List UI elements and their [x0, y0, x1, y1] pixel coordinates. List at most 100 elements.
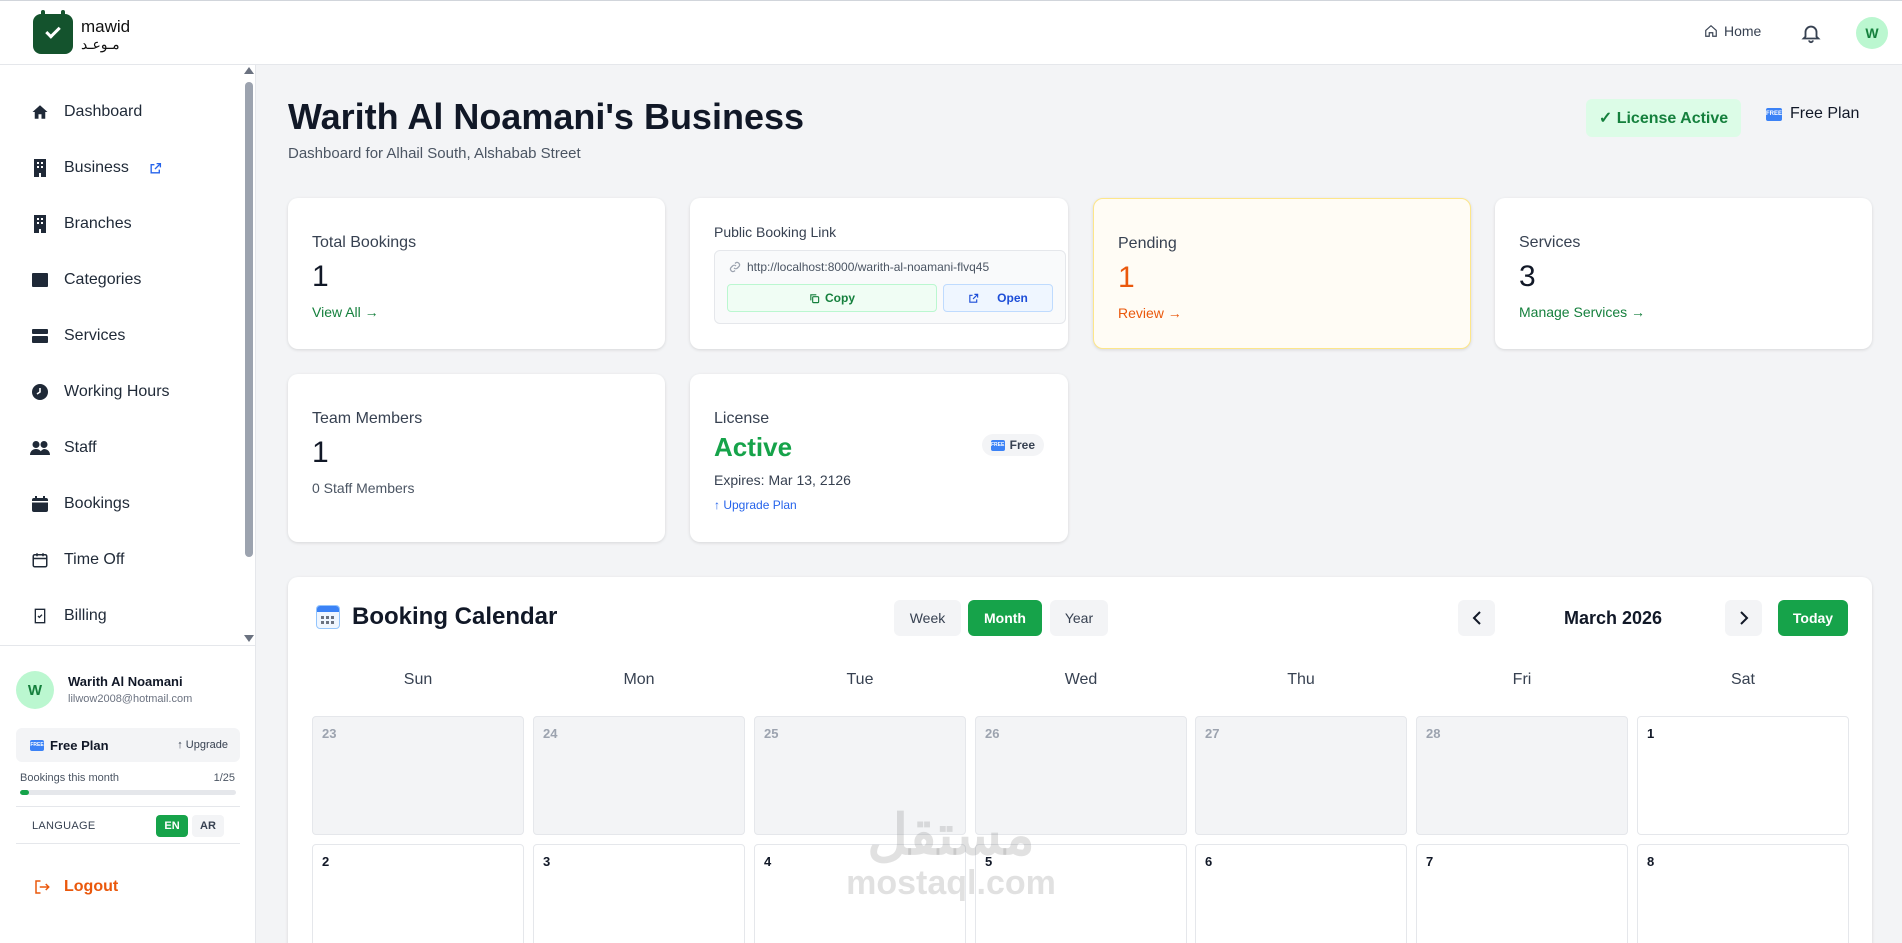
watermark-arabic: مستقل	[867, 803, 1035, 866]
day-number: 7	[1426, 854, 1434, 869]
plan-box: FREE Free Plan ↑ Upgrade	[16, 728, 240, 762]
booking-url-text: http://localhost:8000/warith-al-noamani-…	[747, 260, 990, 274]
card-label: Public Booking Link	[714, 224, 837, 240]
calendar-day-cell[interactable]: 24	[533, 716, 745, 835]
sidebar-item-label: Branches	[64, 215, 132, 232]
language-switcher: LANGUAGE EN AR	[16, 806, 240, 844]
plan-name: FREE Free Plan	[30, 738, 109, 753]
license-card: License Active FREE Free Expires: Mar 13…	[690, 374, 1068, 542]
calendar-day-cell[interactable]: 23	[312, 716, 524, 835]
day-number: 27	[1205, 726, 1220, 741]
sidebar-item-label: Bookings	[64, 495, 130, 512]
view-all-link[interactable]: View All →	[312, 304, 379, 320]
user-name: Warith Al Noamani	[68, 674, 183, 689]
plan-badge-label: Free Plan	[1790, 105, 1860, 122]
today-button[interactable]: Today	[1778, 600, 1848, 636]
building-icon	[34, 215, 46, 233]
logout-icon	[35, 880, 50, 894]
brand-logo[interactable]: mawid مـوعـد	[33, 10, 130, 54]
user-panel: W Warith Al Noamani lilwow2008@hotmail.c…	[0, 645, 255, 895]
calendar-day-cell[interactable]: 28	[1416, 716, 1628, 835]
home-link[interactable]: Home	[1704, 23, 1761, 39]
notification-bell-icon[interactable]	[1800, 21, 1822, 45]
view-week-button[interactable]: Week	[894, 600, 961, 636]
view-year-button[interactable]: Year	[1050, 600, 1108, 636]
logout-label: Logout	[64, 878, 119, 895]
view-month-button[interactable]: Month	[968, 600, 1042, 636]
sidebar-item-working-hours[interactable]: Working Hours	[30, 377, 170, 407]
upgrade-plan-link[interactable]: ↑ Upgrade Plan	[714, 498, 797, 512]
calendar-day-cell[interactable]: 27	[1195, 716, 1407, 835]
page-subtitle: Dashboard for Alhail South, Alshabab Str…	[288, 145, 581, 162]
card-label: Team Members	[312, 410, 423, 427]
calendar-day-cell[interactable]: 2	[312, 844, 524, 943]
card-value: 1	[1118, 261, 1135, 294]
day-number: 1	[1647, 726, 1655, 741]
day-number: 8	[1647, 854, 1655, 869]
language-ar-button[interactable]: AR	[192, 815, 224, 837]
external-link-icon	[969, 293, 979, 303]
logout-button[interactable]: Logout	[32, 878, 118, 896]
day-number: 23	[322, 726, 337, 741]
card-value: 3	[1519, 260, 1536, 293]
calendar-day-cell[interactable]: 7	[1416, 844, 1628, 943]
day-number: 2	[322, 854, 330, 869]
day-number: 24	[543, 726, 558, 741]
avatar[interactable]: W	[16, 671, 54, 709]
weekday-header: Sun	[403, 671, 433, 688]
open-label: Open	[997, 291, 1028, 305]
calendar-day-cell[interactable]: 8	[1637, 844, 1849, 943]
card-value: 1	[312, 260, 329, 293]
weekday-header: Wed	[1064, 671, 1098, 688]
copy-link-button[interactable]: Copy	[727, 284, 937, 312]
sidebar-item-dashboard[interactable]: Dashboard	[30, 97, 142, 127]
plan-badge: FREE Free Plan	[1766, 105, 1859, 123]
link-icon	[729, 261, 741, 273]
sidebar-item-staff[interactable]: Staff	[30, 433, 97, 463]
card-label: Total Bookings	[312, 234, 417, 251]
user-email: lilwow2008@hotmail.com	[68, 693, 193, 705]
calendar-day-cell[interactable]: 1	[1637, 716, 1849, 835]
sidebar-item-services[interactable]: Services	[30, 321, 125, 351]
sidebar-item-business[interactable]: Business	[30, 153, 162, 183]
chevron-right-icon	[1739, 611, 1748, 625]
day-number: 26	[985, 726, 1000, 741]
sidebar-item-categories[interactable]: Categories	[30, 265, 141, 295]
manage-services-link[interactable]: Manage Services →	[1519, 304, 1645, 320]
usage-progress-bar	[20, 790, 236, 795]
sidebar-item-time-off[interactable]: Time Off	[30, 545, 124, 575]
sidebar-item-bookings[interactable]: Bookings	[30, 489, 130, 519]
license-status-badge: ✓ License Active	[1586, 99, 1741, 137]
team-members-card: Team Members 1 0 Staff Members	[288, 374, 665, 542]
booking-link-box: http://localhost:8000/warith-al-noamani-…	[714, 250, 1066, 324]
free-plan-icon: FREE	[1766, 107, 1782, 121]
sidebar-item-billing[interactable]: Billing	[30, 601, 107, 631]
upgrade-link[interactable]: ↑ Upgrade	[177, 739, 228, 751]
open-link-button[interactable]: Open	[943, 284, 1053, 312]
calendar-icon	[316, 605, 340, 629]
scrollbar-thumb[interactable]	[245, 82, 253, 557]
list-icon	[32, 329, 48, 343]
next-month-button[interactable]	[1725, 600, 1762, 636]
sidebar-item-label: Categories	[64, 271, 142, 288]
weekday-header: Mon	[623, 671, 655, 688]
sidebar-item-branches[interactable]: Branches	[30, 209, 132, 239]
free-plan-icon: FREE	[30, 740, 44, 751]
card-label: Services	[1519, 234, 1581, 251]
calendar-day-cell[interactable]: 3	[533, 844, 745, 943]
language-label: LANGUAGE	[32, 820, 96, 832]
sidebar-scrollbar[interactable]	[244, 67, 254, 642]
user-avatar[interactable]: W	[1856, 17, 1888, 49]
language-en-button[interactable]: EN	[156, 815, 188, 837]
day-number: 25	[764, 726, 779, 741]
review-link[interactable]: Review →	[1118, 305, 1182, 321]
scroll-up-arrow-icon[interactable]	[244, 67, 254, 74]
booking-url[interactable]: http://localhost:8000/warith-al-noamani-…	[729, 260, 989, 274]
scroll-down-arrow-icon[interactable]	[244, 635, 254, 642]
copy-icon	[810, 293, 820, 303]
sidebar-item-label: Staff	[64, 439, 97, 456]
calendar-day-cell[interactable]: 6	[1195, 844, 1407, 943]
previous-month-button[interactable]	[1458, 600, 1495, 636]
services-card: Services 3 Manage Services →	[1495, 198, 1872, 349]
calendar-month-label: March 2026	[1563, 608, 1663, 628]
